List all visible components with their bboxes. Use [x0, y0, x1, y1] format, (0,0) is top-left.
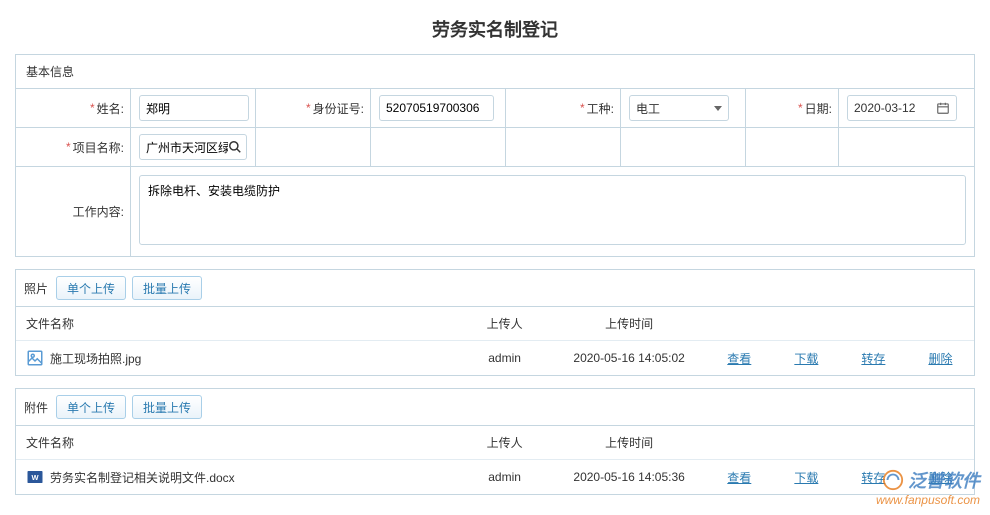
photo-filename: 施工现场拍照.jpg — [50, 350, 141, 367]
idcard-input[interactable] — [379, 95, 494, 121]
page-title: 劳务实名制登记 — [15, 8, 975, 54]
delete-link[interactable]: 删除 — [928, 352, 952, 366]
brand-url: www.fanpusoft.com — [876, 493, 980, 507]
idcard-label-cell: *身份证号: — [256, 89, 371, 127]
worktype-label: 工种: — [587, 100, 614, 117]
content-label-cell: 工作内容: — [16, 167, 131, 256]
view-link[interactable]: 查看 — [727, 471, 751, 485]
date-value: 2020-03-12 — [854, 101, 915, 115]
attachment-uploader: admin — [457, 460, 553, 495]
form-row-2: *项目名称: — [16, 128, 974, 167]
content-textarea[interactable] — [139, 175, 966, 245]
attachments-upload-single-button[interactable]: 单个上传 — [56, 395, 126, 419]
photos-section-label: 照片 — [24, 280, 48, 297]
download-link[interactable]: 下载 — [794, 471, 818, 485]
col-uploader: 上传人 — [457, 307, 553, 341]
idcard-field-cell — [371, 89, 506, 127]
date-label-cell: *日期: — [746, 89, 839, 127]
table-row: 施工现场拍照.jpg admin 2020-05-16 14:05:02 查看 … — [16, 341, 974, 376]
attachments-table: 文件名称 上传人 上传时间 W 劳务实名制登记相关说明文件.docx admin… — [16, 426, 974, 494]
view-link[interactable]: 查看 — [727, 352, 751, 366]
attachments-header: 附件 单个上传 批量上传 — [16, 389, 974, 426]
transfer-link[interactable]: 转存 — [861, 352, 885, 366]
chevron-down-icon — [714, 106, 722, 111]
col-filename: 文件名称 — [16, 426, 457, 460]
word-file-icon: W — [26, 468, 44, 486]
search-icon[interactable] — [228, 140, 242, 154]
basic-info-panel: 基本信息 *姓名: *身份证号: *工种: 电工 *日期: 2020-03-12… — [15, 54, 975, 257]
photos-panel: 照片 单个上传 批量上传 文件名称 上传人 上传时间 施工现场拍照.jpg ad… — [15, 269, 975, 376]
name-label: 姓名: — [97, 100, 124, 117]
svg-text:W: W — [31, 473, 39, 482]
form-row-3: 工作内容: — [16, 167, 974, 256]
date-input[interactable]: 2020-03-12 — [847, 95, 957, 121]
project-search-wrap[interactable] — [139, 134, 247, 160]
col-uploader: 上传人 — [457, 426, 553, 460]
image-file-icon — [26, 349, 44, 367]
col-filename: 文件名称 — [16, 307, 457, 341]
download-link[interactable]: 下载 — [794, 352, 818, 366]
attachment-time: 2020-05-16 14:05:36 — [553, 460, 706, 495]
idcard-label: 身份证号: — [313, 100, 364, 117]
attachments-upload-batch-button[interactable]: 批量上传 — [132, 395, 202, 419]
project-label: 项目名称: — [73, 139, 124, 156]
attachments-panel: 附件 单个上传 批量上传 文件名称 上传人 上传时间 W 劳务实名制登记相关说明… — [15, 388, 975, 495]
basic-section-header: 基本信息 — [16, 55, 974, 89]
name-input[interactable] — [139, 95, 249, 121]
photos-upload-batch-button[interactable]: 批量上传 — [132, 276, 202, 300]
photo-uploader: admin — [457, 341, 553, 376]
photo-time: 2020-05-16 14:05:02 — [553, 341, 706, 376]
photos-header: 照片 单个上传 批量上传 — [16, 270, 974, 307]
content-label: 工作内容: — [73, 203, 124, 220]
project-label-cell: *项目名称: — [16, 128, 131, 166]
date-field-cell: 2020-03-12 — [839, 89, 974, 127]
photos-table: 文件名称 上传人 上传时间 施工现场拍照.jpg admin 2020-05-1… — [16, 307, 974, 375]
table-row: W 劳务实名制登记相关说明文件.docx admin 2020-05-16 14… — [16, 460, 974, 495]
worktype-select[interactable]: 电工 — [629, 95, 729, 121]
col-time: 上传时间 — [553, 426, 706, 460]
worktype-field-cell: 电工 — [621, 89, 746, 127]
date-label: 日期: — [805, 100, 832, 117]
name-label-cell: *姓名: — [16, 89, 131, 127]
worktype-label-cell: *工种: — [506, 89, 621, 127]
transfer-link[interactable]: 转存 — [861, 471, 885, 485]
worktype-value: 电工 — [636, 100, 660, 117]
form-row-1: *姓名: *身份证号: *工种: 电工 *日期: 2020-03-12 — [16, 89, 974, 128]
project-input[interactable] — [146, 140, 228, 154]
delete-link[interactable]: 删除 — [928, 471, 952, 485]
content-field-cell — [131, 167, 974, 256]
project-field-cell — [131, 128, 256, 166]
name-field-cell — [131, 89, 256, 127]
attachments-section-label: 附件 — [24, 399, 48, 416]
calendar-icon — [936, 101, 950, 115]
col-time: 上传时间 — [553, 307, 706, 341]
photos-upload-single-button[interactable]: 单个上传 — [56, 276, 126, 300]
attachment-filename: 劳务实名制登记相关说明文件.docx — [50, 469, 235, 486]
